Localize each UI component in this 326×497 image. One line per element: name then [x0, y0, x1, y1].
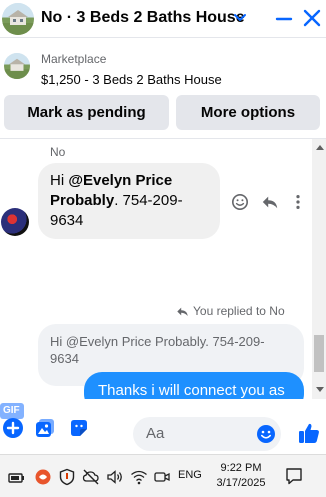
- messenger-chat-window: No · 3 Beds 2 Baths House Marketplace $1…: [0, 0, 326, 497]
- volume-icon[interactable]: [106, 468, 124, 486]
- clock-time: 9:22 PM: [220, 462, 262, 474]
- listing-avatar[interactable]: [2, 3, 34, 35]
- meet-now-icon[interactable]: [153, 468, 171, 486]
- listing-title: $1,250 - 3 Beds 2 Baths House: [41, 72, 222, 87]
- message-input-placeholder: Aa: [146, 425, 165, 442]
- clock[interactable]: 9:22 PM 3/17/2025: [213, 461, 269, 491]
- close-icon[interactable]: [302, 8, 322, 28]
- house-photo-icon: [2, 3, 34, 35]
- cloud-offline-icon[interactable]: [82, 468, 100, 486]
- incoming-message[interactable]: Hi @Evelyn Price Probably. 754-209-9634: [38, 163, 220, 239]
- sticker-icon[interactable]: [68, 417, 90, 439]
- windows-security-shield-icon[interactable]: [58, 468, 76, 486]
- react-emoji-icon[interactable]: [231, 193, 249, 211]
- listing-source-label: Marketplace: [41, 52, 107, 66]
- windows-taskbar: ENG 9:22 PM 3/17/2025: [0, 454, 326, 497]
- scroll-up-arrow[interactable]: [316, 145, 324, 150]
- reply-context-text: You replied to No: [193, 304, 285, 318]
- marketplace-listing[interactable]: Marketplace $1,250 - 3 Beds 2 Baths Hous…: [0, 42, 326, 92]
- reply-arrow-icon: [177, 307, 188, 316]
- reply-context: You replied to No: [176, 304, 285, 318]
- security-app-icon[interactable]: [34, 468, 52, 486]
- more-options-button[interactable]: More options: [176, 95, 320, 130]
- sender-avatar[interactable]: [1, 208, 29, 236]
- message-scrollbar[interactable]: [312, 139, 326, 399]
- minimize-icon[interactable]: [275, 10, 293, 28]
- listing-thumbnail: [4, 53, 30, 79]
- chat-header: No · 3 Beds 2 Baths House: [0, 0, 326, 38]
- gif-label: GIF: [3, 405, 20, 416]
- message-composer: GIF Aa: [0, 403, 326, 451]
- wifi-icon[interactable]: [130, 468, 148, 486]
- emoji-icon[interactable]: [256, 424, 276, 444]
- notification-center-icon[interactable]: [284, 466, 304, 486]
- input-language[interactable]: ENG: [178, 469, 202, 481]
- chat-title[interactable]: No · 3 Beds 2 Baths House: [41, 9, 245, 27]
- clock-date: 3/17/2025: [216, 477, 266, 489]
- battery-plug-icon[interactable]: [8, 468, 26, 486]
- scroll-down-arrow[interactable]: [316, 387, 324, 392]
- message-list: No Hi @Evelyn Price Probably. 754-209-96…: [0, 139, 312, 399]
- plus-circle-icon[interactable]: [2, 417, 24, 439]
- chevron-down-icon[interactable]: [232, 9, 248, 25]
- scrollbar-thumb[interactable]: [314, 335, 324, 372]
- outgoing-message[interactable]: Thanks i will connect you as: [84, 372, 304, 399]
- more-vertical-icon[interactable]: [292, 193, 304, 211]
- reply-icon[interactable]: [261, 193, 279, 211]
- house-thumbnail-icon: [4, 53, 30, 79]
- greeting-text: Hi: [50, 172, 69, 189]
- thumbs-up-icon[interactable]: [297, 421, 321, 445]
- sender-name: No: [50, 145, 66, 159]
- mark-as-pending-button[interactable]: Mark as pending: [4, 95, 169, 130]
- photo-icon[interactable]: [34, 417, 56, 439]
